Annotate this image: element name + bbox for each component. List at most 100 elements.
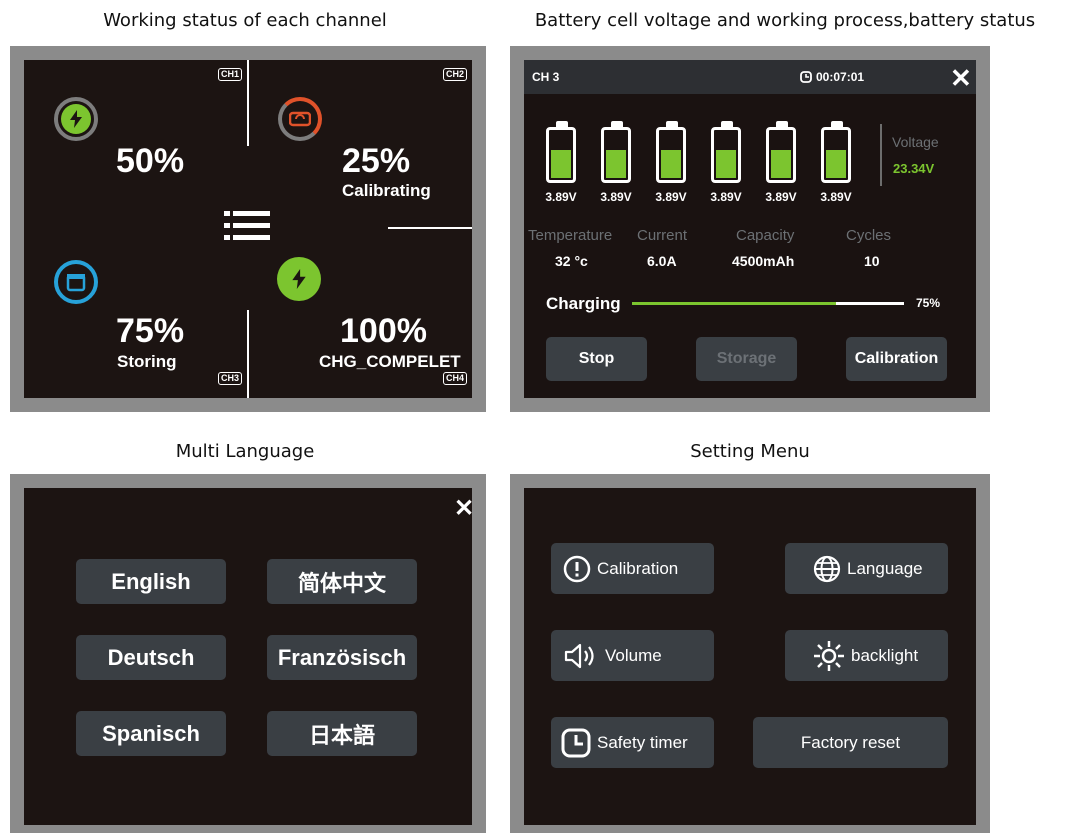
voltage-value: 23.34V [893,161,935,176]
divider-top [247,60,249,146]
lightning-icon [70,110,82,128]
language-simplified-chinese[interactable]: 简体中文 [267,559,417,604]
battery-cell-fill [606,150,626,178]
factory-reset-label: Factory reset [800,732,901,752]
voltage-divider [880,124,882,186]
temperature-label: Temperature [528,227,613,244]
progress-value: 75% [916,296,941,310]
battery-cell-voltage: 3.89V [765,190,797,204]
settings-screen: Calibration Language Volume backlight Sa… [524,488,976,825]
battery-cell-voltage: 3.89V [820,190,852,204]
timer-icon [561,728,591,757]
battery-header [524,60,976,94]
battery-screen: CH 3 00:07:01 ✕ 3.89V 3.89V 3.89V 3.89V 3.89… [524,60,976,398]
language-panel: ✕ English 简体中文 Deutsch Französisch Spani… [10,474,486,833]
current-value: 6.0A [647,253,677,269]
battery-cell [711,121,741,183]
ch1-tag: CH1 [218,68,243,81]
cycles-label: Cycles [846,227,892,244]
caption-language: Multi Language [175,441,315,462]
language-setting-button[interactable]: Language [785,543,948,594]
language-spanish[interactable]: Spanisch [76,711,226,756]
ch2-status: Calibrating [342,181,431,200]
calibration-button[interactable]: Calibration [846,337,947,381]
speaker-icon [564,643,594,668]
battery-cell [546,121,576,183]
menu-icon[interactable] [224,210,270,242]
volume-setting-label: Volume [605,645,662,665]
safety-timer-setting-label: Safety timer [597,732,688,752]
ch4-status: CHG_COMPELET [319,352,461,371]
sun-icon [814,640,844,671]
calibration-icon [289,111,311,127]
temperature-value: 32 °c [555,253,588,269]
voltage-label: Voltage [892,134,939,150]
ch4-ring[interactable] [277,257,321,301]
battery-cell-voltage: 3.89V [655,190,687,204]
battery-cell-cap [721,121,733,127]
ch2-ring[interactable] [278,97,322,141]
battery-cell-voltage: 3.89V [545,190,577,204]
backlight-setting-button[interactable]: backlight [785,630,948,681]
volume-setting-button[interactable]: Volume [551,630,714,681]
battery-cell-cap [831,121,843,127]
settings-panel: Calibration Language Volume backlight Sa… [510,474,990,833]
calibration-setting-label: Calibration [597,558,679,578]
language-english[interactable]: English [76,559,226,604]
battery-cell-voltage: 3.89V [710,190,742,204]
progress-fill [632,302,836,305]
ch1-ring[interactable] [54,97,98,141]
battery-cell-cap [556,121,568,127]
current-label: Current [637,227,688,244]
divider-right [388,227,472,229]
capacity-value: 4500mAh [732,253,795,269]
lightning-icon [292,269,306,289]
ch3-ring[interactable] [54,260,98,304]
close-icon[interactable]: ✕ [454,494,472,523]
battery-cell-fill [771,150,791,178]
language-screen: ✕ English 简体中文 Deutsch Französisch Spani… [24,488,472,825]
ch2-percent: 25% [342,142,411,180]
globe-icon [813,555,841,582]
alert-icon [563,555,591,582]
ch4-percent: 100% [340,312,427,350]
storage-icon [66,274,86,292]
calibration-setting-button[interactable]: Calibration [551,543,714,594]
progress-track [632,302,904,305]
language-francais[interactable]: Französisch [267,635,417,680]
close-icon[interactable]: ✕ [950,63,972,94]
ch1-percent: 50% [116,142,185,180]
ch4-tag: CH4 [443,372,468,385]
battery-cell-fill [551,150,571,178]
battery-cell-cap [776,121,788,127]
timer: 00:07:01 [816,70,865,84]
factory-reset-button[interactable]: Factory reset [753,717,948,768]
battery-cell [821,121,851,183]
ch3-percent: 75% [116,312,185,350]
battery-cell [601,121,631,183]
clock-icon [800,71,812,83]
battery-cell-fill [661,150,681,178]
capacity-label: Capacity [736,227,795,244]
caption-settings: Setting Menu [690,441,810,462]
language-japanese[interactable]: 日本語 [267,711,417,756]
battery-panel: CH 3 00:07:01 ✕ 3.89V 3.89V 3.89V 3.89V 3.89… [510,46,990,412]
channel-label: CH 3 [532,70,560,84]
storage-button[interactable]: Storage [696,337,797,381]
battery-cell-fill [716,150,736,178]
battery-cell-cap [611,121,623,127]
stop-button[interactable]: Stop [546,337,647,381]
ch3-status: Storing [117,352,177,371]
caption-channels: Working status of each channel [103,10,387,31]
language-setting-label: Language [847,558,923,578]
caption-battery: Battery cell voltage and working process… [534,10,1036,31]
battery-cell-voltage: 3.89V [600,190,632,204]
language-deutsch[interactable]: Deutsch [76,635,226,680]
battery-cell-fill [826,150,846,178]
backlight-setting-label: backlight [851,645,919,665]
cycles-value: 10 [864,253,880,269]
battery-cell-cap [666,121,678,127]
safety-timer-setting-button[interactable]: Safety timer [551,717,714,768]
ch2-tag: CH2 [443,68,468,81]
channels-screen: CH1 50% CH2 25% Calibrating 75% Storing … [24,60,472,398]
